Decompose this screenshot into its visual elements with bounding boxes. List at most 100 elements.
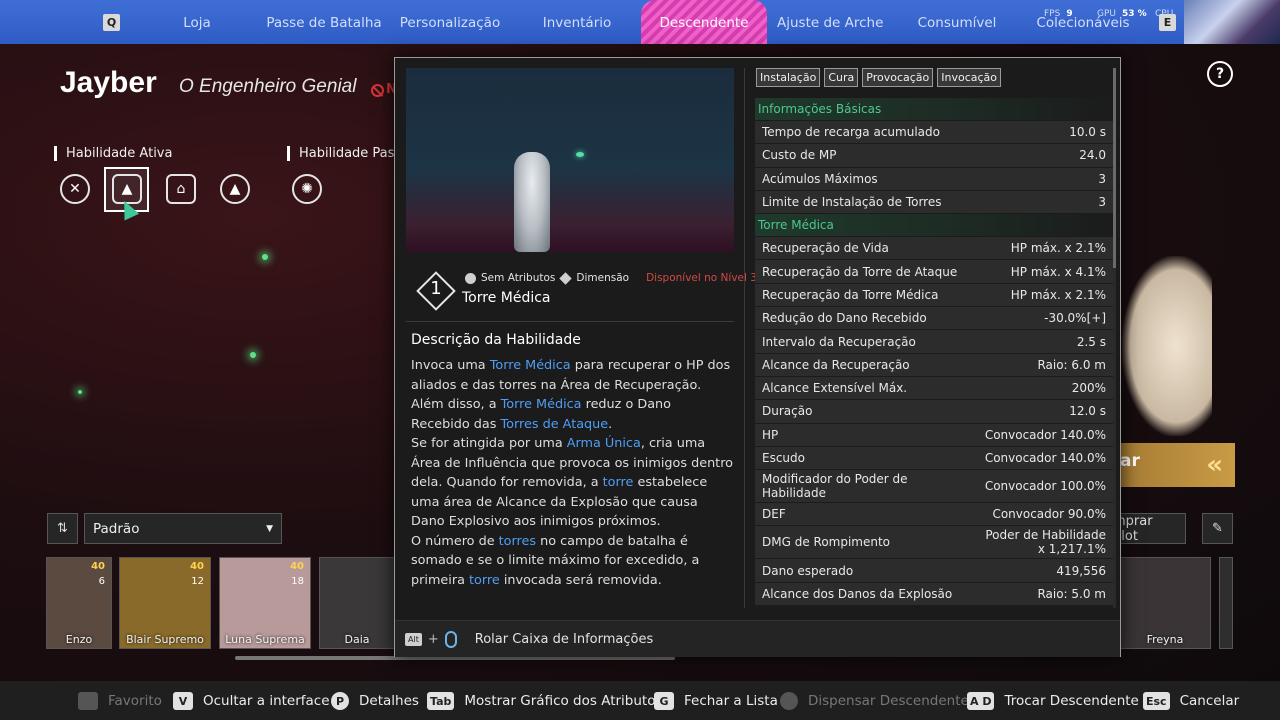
stats-scrollbar[interactable] [1113, 68, 1116, 608]
dimension-text: Dimensão [576, 272, 630, 284]
stat-label: Modificador do Poder de Habilidade [762, 472, 908, 501]
stat-row: Recuperação de Vida HP máx. x 2.1% [755, 237, 1113, 260]
card-level: 40 [190, 561, 204, 572]
stat-value: Poder de Habilidade x 1,217.1% [985, 528, 1106, 557]
skill-attributes: Sem Atributos Dimensão Disponível no Nív… [465, 271, 757, 285]
descendant-card-luna[interactable]: 40 18 Luna Suprema [219, 557, 311, 649]
pin-icon[interactable]: ✎ [1202, 513, 1233, 544]
stat-row: DEF Convocador 90.0% [755, 503, 1113, 526]
availability-text: Disponível no Nível 3 [646, 272, 757, 284]
help-icon[interactable]: ? [1207, 61, 1233, 87]
hint-dismiss-descendant[interactable]: Dispensar Descendente [780, 692, 969, 710]
description-keyword: Torre Médica [489, 358, 571, 373]
stat-value: 10.0 s [1069, 125, 1106, 140]
mouse-wheel-icon [444, 630, 457, 648]
stat-value: HP máx. x 2.1% [1010, 287, 1106, 302]
hint-switch-descendant[interactable]: A D Trocar Descendente [967, 692, 1139, 710]
stat-value: Raio: 6.0 m [1037, 357, 1106, 372]
hint-label: Fechar a Lista [684, 693, 778, 709]
skill-tag: Instalação [756, 68, 821, 87]
hint-hide-ui[interactable]: V Ocultar a interface [173, 692, 330, 710]
hint-label: Detalhes [359, 693, 419, 709]
locked-icon [371, 84, 384, 97]
stat-value: Raio: 5.0 m [1037, 586, 1106, 601]
hint-label: Trocar Descendente [1004, 693, 1139, 709]
stat-row: Duração 12.0 s [755, 400, 1113, 423]
player-avatar[interactable] [1184, 0, 1280, 44]
stat-value: 24.0 [1079, 148, 1106, 163]
tab-colecionaveis[interactable]: Colecionáveis [1030, 0, 1136, 44]
skill-stats-list[interactable]: Informações Básicas Tempo de recarga acum… [755, 98, 1113, 610]
key-cap: Tab [427, 692, 455, 710]
active-skill-label: Habilidade Ativa [54, 146, 172, 161]
description-keyword: torres [498, 533, 537, 549]
card-level: 40 [91, 561, 105, 572]
description-text: invocada será removida. [499, 572, 662, 588]
skill-turret-icon[interactable]: ⌂ [166, 174, 196, 204]
skill-passive-gear-icon[interactable]: ✺ [292, 174, 322, 204]
tab-personalizacao[interactable]: Personalização [396, 0, 504, 44]
tab-inventario[interactable]: Inventário [533, 0, 621, 44]
stat-label: Custo de MP [762, 148, 837, 163]
stat-label: Recuperação de Vida [762, 241, 889, 256]
plus-icon: + [427, 631, 439, 647]
tab-passe-de-batalha[interactable]: Passe de Batalha [262, 0, 386, 44]
stat-label: Tempo de recarga acumulado [762, 125, 940, 140]
stat-label: Dano esperado [762, 563, 854, 578]
action-button[interactable]: ar « [1112, 443, 1235, 487]
descendant-card-blair[interactable]: 40 12 Blair Supremo [119, 557, 211, 649]
tab-consumivel[interactable]: Consumível [914, 0, 1000, 44]
background-sparkle [78, 390, 82, 394]
key-cap: Esc [1143, 692, 1170, 710]
sort-select-value: Padrão [93, 520, 140, 537]
hint-close-list[interactable]: G Fechar a Lista [654, 692, 778, 710]
key-hints-bar: Favorito V Ocultar a interface P Detalhes … [0, 681, 1280, 720]
sort-order-button[interactable]: ⇅ [47, 513, 78, 544]
descendant-card-freyna[interactable]: Freyna [1119, 557, 1211, 649]
caret-down-icon: ▼ [266, 523, 273, 534]
tab-loja[interactable]: Loja [170, 0, 224, 44]
skill-description: Invoca uma Torre Médica para recuperar o… [411, 356, 733, 590]
stat-label: Duração [762, 404, 813, 419]
tab-ajuste-de-arche[interactable]: Ajuste de Arche [777, 0, 883, 44]
fps-label: FPS [1044, 9, 1061, 19]
stat-value: HP máx. x 2.1% [1010, 241, 1106, 256]
hint-details[interactable]: P Detalhes [331, 692, 419, 710]
passive-skill-label: Habilidade Passiva [287, 146, 394, 161]
stat-row: Modificador do Poder de Habilidade Convoc… [755, 470, 1113, 503]
skill-shield-icon[interactable]: ✕ [60, 174, 90, 204]
stat-value: 200% [1071, 381, 1106, 396]
stat-label: Recuperação da Torre Médica [762, 287, 939, 302]
description-text: Invoca uma [411, 358, 490, 373]
stat-value: 419,556 [1056, 563, 1106, 578]
descendant-card-enzo[interactable]: 40 6 Enzo [46, 557, 112, 649]
card-count: 18 [291, 576, 304, 587]
stat-row: Custo de MP 24.0 [755, 144, 1113, 167]
hint-label: Cancelar [1179, 693, 1240, 709]
stat-label: DMG de Rompimento [762, 535, 891, 550]
sort-select[interactable]: Padrão ▼ [84, 513, 282, 544]
buy-slot-button[interactable]: mprar Slot [1112, 513, 1186, 544]
prev-tab-key[interactable]: Q [103, 14, 120, 31]
attribute-text: Sem Atributos [481, 272, 556, 284]
hint-cancel[interactable]: Esc Cancelar [1143, 692, 1239, 710]
tab-descendente[interactable]: Descendente [641, 0, 767, 44]
skill-name: Torre Médica [462, 290, 551, 306]
background-sparkle [262, 254, 268, 260]
stat-value: Convocador 140.0% [984, 451, 1106, 465]
hint-attribute-chart[interactable]: Tab Mostrar Gráfico dos Atributos [427, 692, 663, 710]
stats-scrollbar-thumb[interactable] [1113, 68, 1116, 268]
description-title: Descrição da Habilidade [411, 332, 581, 348]
key-cap [78, 692, 98, 710]
gpu-label: GPU [1097, 9, 1116, 19]
skill-lock-tower-icon[interactable]: ▲ [220, 174, 250, 204]
tower-beacon [576, 152, 584, 157]
descendant-card-daia[interactable]: Daia [319, 557, 395, 649]
hint-favorite[interactable]: Favorito [78, 692, 162, 710]
stat-label: Acúmulos Máximos [762, 171, 878, 186]
next-tab-key[interactable]: E [1159, 14, 1176, 31]
descendant-card-partial[interactable] [1219, 557, 1233, 649]
skill-tag: Provocação [862, 68, 934, 87]
key-cap: G [654, 692, 674, 710]
card-name: Daia [344, 633, 370, 646]
